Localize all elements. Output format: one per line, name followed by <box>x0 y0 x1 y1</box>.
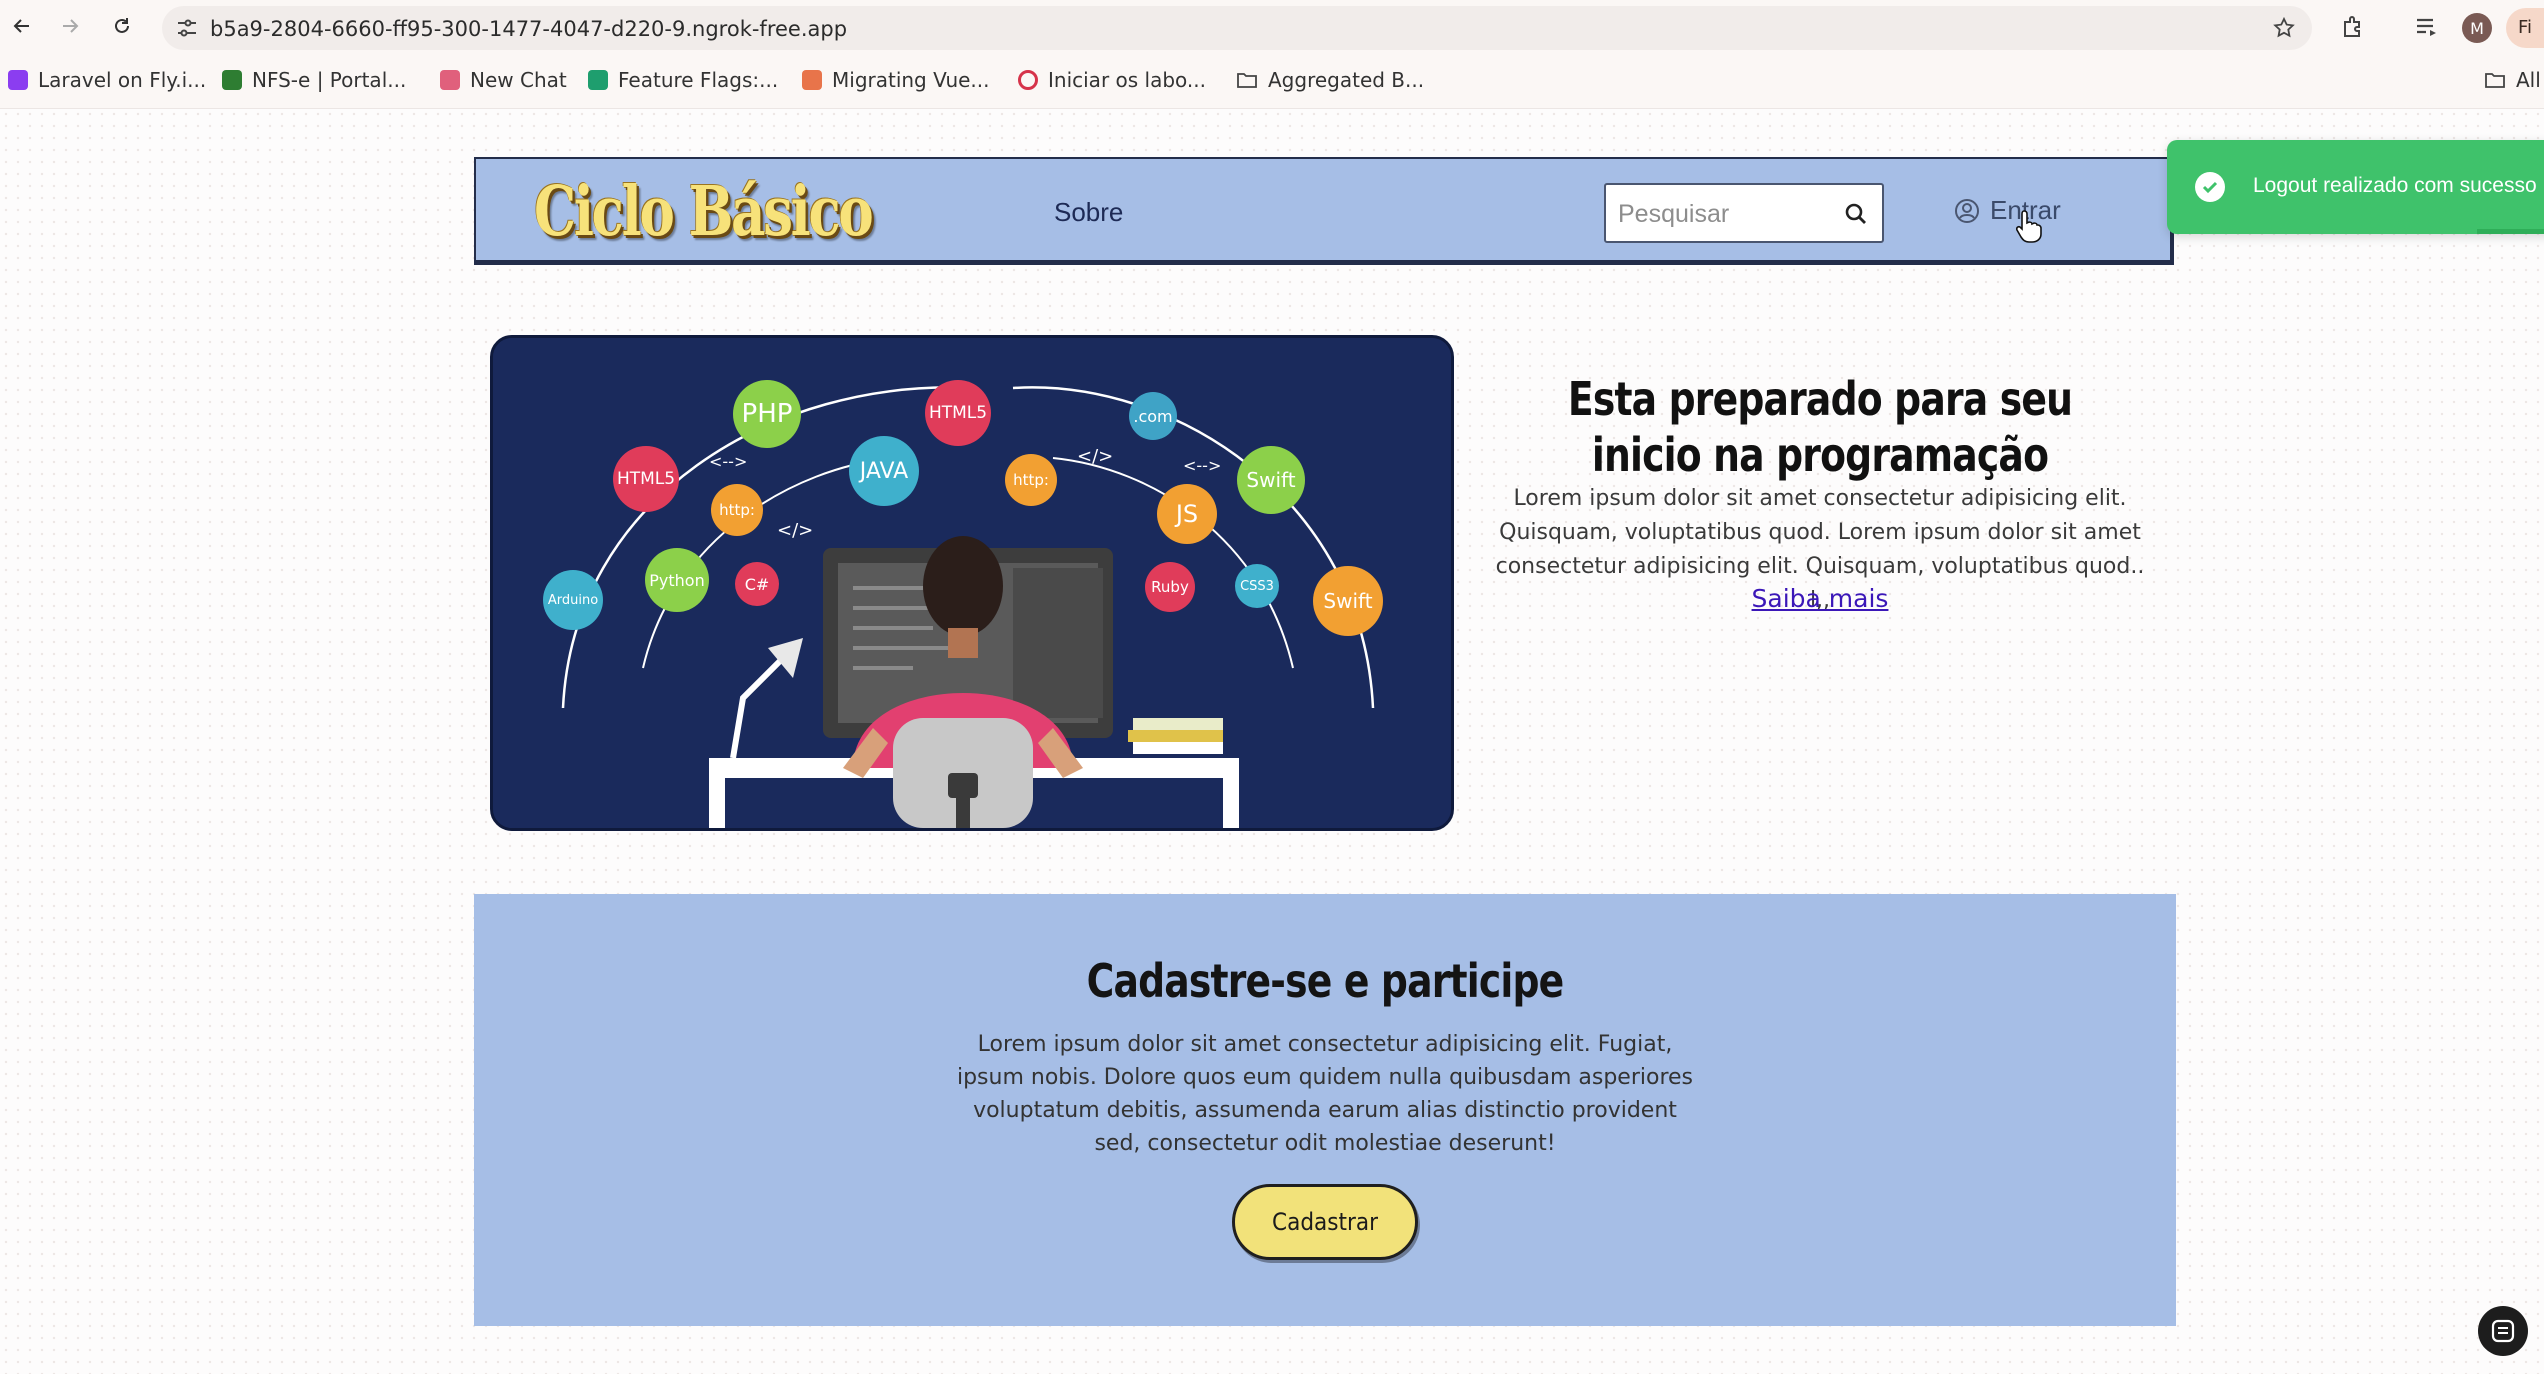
feature-flags-favicon-icon <box>588 70 608 90</box>
bookmark-item[interactable]: NFS-e | Portal... <box>222 68 406 92</box>
bookmark-item[interactable]: Migrating Vue... <box>802 68 990 92</box>
toast-progress-bar <box>2477 229 2544 234</box>
bookmark-label: Feature Flags:... <box>618 68 779 92</box>
ring-favicon-icon <box>1018 70 1038 90</box>
bookmark-folder[interactable]: Aggregated B... <box>1236 68 1424 92</box>
search-icon[interactable] <box>1844 202 1868 226</box>
bookmark-label: All <box>2516 68 2541 92</box>
python-bubble: Python <box>645 548 709 612</box>
http-bubble: http: <box>711 484 763 536</box>
css3-bubble: CSS3 <box>1235 564 1279 608</box>
folder-icon <box>1237 73 1257 88</box>
search-form <box>1604 183 1884 243</box>
http-bubble: http: <box>1005 454 1057 506</box>
cadastrar-button[interactable]: Cadastrar <box>1232 1184 1418 1260</box>
signup-text: Lorem ipsum dolor sit amet consectetur a… <box>956 1032 1694 1156</box>
chat-icon <box>2491 1319 2515 1343</box>
arrows-glyph: <--> <box>709 452 748 471</box>
arrow-left-icon <box>13 19 29 33</box>
hero-illustration: PHP HTML5 HTML5 .com JAVA http: http: Sw… <box>490 335 1454 831</box>
logout-toast[interactable]: Logout realizado com sucesso <box>2167 140 2544 234</box>
site-logo[interactable]: Ciclo Básico <box>534 175 874 249</box>
toast-message: Logout realizado com sucesso <box>2253 174 2537 197</box>
html5-bubble: HTML5 <box>613 446 679 512</box>
reload-icon <box>115 18 129 33</box>
site-header: Ciclo Básico Sobre Entrar <box>474 157 2174 265</box>
arrow-right-icon <box>63 19 79 33</box>
csharp-bubble: C# <box>735 562 779 606</box>
bookmark-label: Migrating Vue... <box>832 68 990 92</box>
java-bubble: JAVA <box>849 436 919 506</box>
dotcom-bubble: .com <box>1129 392 1177 440</box>
forward-button[interactable] <box>56 12 84 40</box>
hand-cursor-icon <box>2016 210 2042 243</box>
swift-bubble: Swift <box>1313 566 1383 636</box>
laravel-favicon-icon <box>8 70 28 90</box>
site-settings-icon[interactable] <box>176 18 198 38</box>
bookmarks-bar: Laravel on Fly.i... NFS-e | Portal... Ne… <box>0 56 2544 109</box>
search-input[interactable] <box>1616 195 1840 233</box>
bookmark-item[interactable]: Laravel on Fly.i... <box>8 68 206 92</box>
chat-favicon-icon <box>440 70 460 90</box>
saiba-mais-link[interactable]: Saiba mais <box>1700 584 1940 613</box>
nav-link-sobre[interactable]: Sobre <box>1054 197 1123 228</box>
back-button[interactable] <box>8 12 36 40</box>
user-circle-icon <box>1955 198 1979 223</box>
bookmark-label: New Chat <box>470 68 567 92</box>
check-circle-icon <box>2195 172 2225 202</box>
hero-title: Esta preparado para seu inicio na progra… <box>1567 371 2073 482</box>
signup-title: Cadastre-se e participe <box>1086 954 1565 1008</box>
media-queue-icon[interactable] <box>2414 14 2440 40</box>
bookmark-item[interactable]: New Chat <box>440 68 567 92</box>
floating-chat-button[interactable] <box>2478 1306 2528 1356</box>
bookmark-item[interactable]: Feature Flags:... <box>588 68 778 92</box>
folder-icon <box>2485 73 2505 88</box>
ruby-bubble: Ruby <box>1145 562 1195 612</box>
php-bubble: PHP <box>733 380 801 448</box>
code-tag-glyph: </> <box>1077 446 1114 467</box>
code-tag-glyph: </> <box>777 520 814 541</box>
bookmark-label: Laravel on Fly.i... <box>38 68 207 92</box>
bookmark-item[interactable]: Iniciar os labo... <box>1018 68 1206 92</box>
profile-chip[interactable]: Fi <box>2506 8 2544 48</box>
address-bar[interactable]: b5a9-2804-6660-ff95-300-1477-4047-d220-9… <box>162 6 2312 50</box>
swift-bubble: Swift <box>1237 446 1305 514</box>
signup-section: Cadastre-se e participe Lorem ipsum dolo… <box>474 894 2176 1326</box>
asterisk-favicon-icon <box>802 70 822 90</box>
all-bookmarks-folder[interactable]: All <box>2484 68 2541 92</box>
browser-toolbar: b5a9-2804-6660-ff95-300-1477-4047-d220-9… <box>0 0 2544 56</box>
login-link[interactable]: Entrar <box>1954 195 2061 226</box>
arrows-glyph: <--> <box>1183 456 1222 475</box>
js-bubble: JS <box>1157 484 1217 544</box>
bookmark-star-icon[interactable] <box>2272 16 2296 40</box>
nfse-favicon-icon <box>222 70 242 90</box>
bookmark-label: Iniciar os labo... <box>1048 68 1206 92</box>
arduino-bubble: Arduino <box>543 570 603 630</box>
url-text: b5a9-2804-6660-ff95-300-1477-4047-d220-9… <box>210 17 848 41</box>
html5-bubble: HTML5 <box>925 380 991 446</box>
extensions-icon[interactable] <box>2340 14 2366 40</box>
bookmark-label: Aggregated B... <box>1268 68 1425 92</box>
bookmark-label: NFS-e | Portal... <box>252 68 407 92</box>
reload-button[interactable] <box>108 12 136 40</box>
profile-avatar[interactable]: M <box>2462 13 2492 43</box>
